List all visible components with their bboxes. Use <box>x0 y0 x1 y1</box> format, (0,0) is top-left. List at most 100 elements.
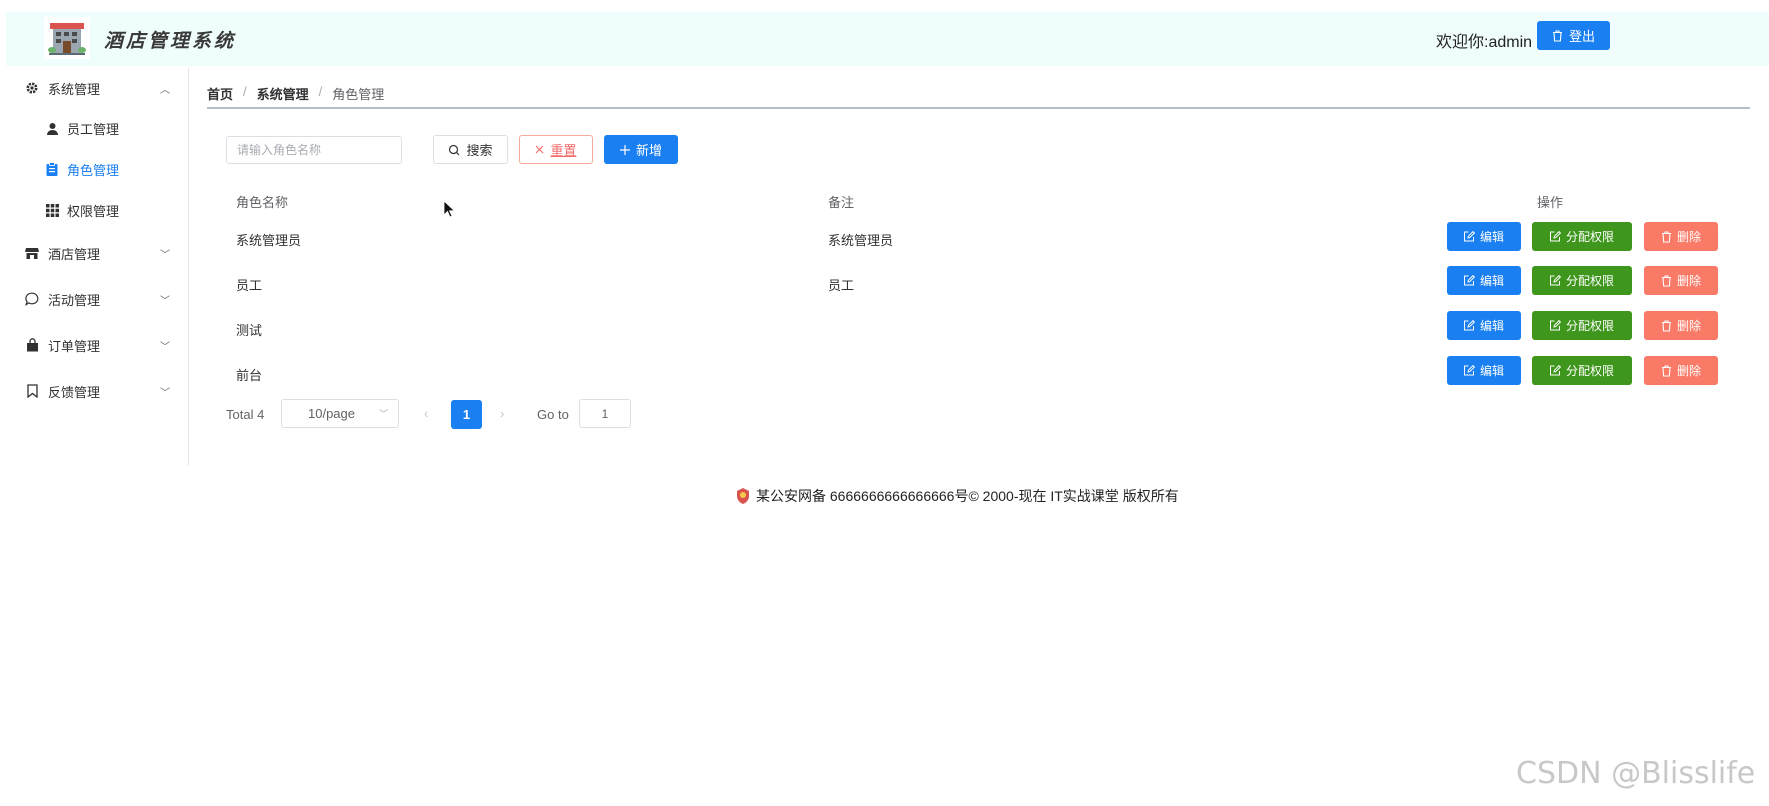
add-role-button[interactable]: 新增 <box>604 135 678 164</box>
pagination-total: Total 4 <box>226 407 265 422</box>
sidebar-group-label: 活动管理 <box>48 292 101 308</box>
edit-button[interactable]: 编辑 <box>1447 222 1521 251</box>
edit-icon <box>1463 365 1475 376</box>
breadcrumb-section[interactable]: 系统管理 <box>257 84 309 103</box>
top-header: 酒店管理系统 欢迎你:admin 登出 <box>6 12 1769 66</box>
chevron-down-icon: ﹀ <box>378 409 388 419</box>
column-header-actions: 操作 <box>1537 195 1564 210</box>
edit-icon <box>1463 275 1475 286</box>
chevron-up-icon: ︿ <box>160 84 170 96</box>
goto-label: Go to <box>537 407 569 422</box>
assign-label: 分配权限 <box>1565 319 1614 333</box>
chat-icon <box>24 291 40 307</box>
sidebar-item-label: 角色管理 <box>67 162 120 178</box>
footer-text: 某公安网备 6666666666666666号© 2000-现在 IT实战课堂 … <box>756 488 1179 504</box>
sidebar-group-system[interactable]: 系统管理 ︿ <box>6 68 188 108</box>
logout-button[interactable]: 登出 <box>1537 21 1610 50</box>
delete-label: 删除 <box>1676 364 1701 378</box>
search-icon <box>449 144 460 155</box>
chevron-down-icon: ﹀ <box>160 249 170 261</box>
edit-icon <box>1463 231 1475 242</box>
user-icon <box>44 120 60 136</box>
assign-label: 分配权限 <box>1565 274 1614 288</box>
edit-label: 编辑 <box>1479 230 1504 244</box>
store-icon <box>24 245 40 261</box>
watermark: CSDN @Blisslife <box>1516 756 1756 791</box>
bookmark-icon <box>24 383 40 399</box>
page-size-value: 10/page <box>308 406 355 421</box>
gear-icon <box>24 80 40 96</box>
assign-permission-button[interactable]: 分配权限 <box>1532 311 1632 340</box>
chevron-down-icon: ﹀ <box>160 295 170 307</box>
sidebar: 系统管理 ︿ 员工管理 角色管理 权限管理 酒店管理 ﹀ 活动管理 ﹀ 订单管理… <box>6 68 189 466</box>
role-name-search-input[interactable] <box>226 136 402 164</box>
welcome-text: 欢迎你:admin <box>1436 34 1533 51</box>
sidebar-item-permissions[interactable]: 权限管理 <box>6 190 188 230</box>
edit-icon <box>1549 275 1561 286</box>
assign-permission-button[interactable]: 分配权限 <box>1532 222 1632 251</box>
trash-icon <box>1552 29 1562 42</box>
delete-label: 删除 <box>1676 230 1701 244</box>
breadcrumb-separator: / <box>243 84 247 99</box>
chevron-down-icon: ﹀ <box>160 387 170 399</box>
sidebar-item-staff[interactable]: 员工管理 <box>6 108 188 148</box>
table-row-name: 测试 <box>236 323 263 338</box>
sidebar-item-roles[interactable]: 角色管理 <box>6 149 188 189</box>
reset-button[interactable]: 重置 <box>519 135 593 164</box>
sidebar-group-orders[interactable]: 订单管理 ﹀ <box>6 325 188 365</box>
assign-label: 分配权限 <box>1565 364 1614 378</box>
delete-button[interactable]: 删除 <box>1644 266 1718 295</box>
table-row-remark: 员工 <box>828 278 855 293</box>
sidebar-group-label: 系统管理 <box>48 81 101 97</box>
edit-button[interactable]: 编辑 <box>1447 311 1521 340</box>
prev-page-button[interactable]: ‹ <box>424 406 428 421</box>
delete-label: 删除 <box>1676 274 1701 288</box>
page-size-select[interactable]: 10/page ﹀ <box>281 399 399 428</box>
edit-icon <box>1549 320 1561 331</box>
chevron-down-icon: ﹀ <box>160 341 170 353</box>
column-header-remark: 备注 <box>828 195 855 210</box>
sidebar-group-label: 酒店管理 <box>48 246 101 262</box>
bag-icon <box>24 337 40 353</box>
table-row-remark: 系统管理员 <box>828 233 894 248</box>
edit-label: 编辑 <box>1479 364 1504 378</box>
sidebar-group-label: 反馈管理 <box>48 384 101 400</box>
edit-icon <box>1549 231 1561 242</box>
edit-label: 编辑 <box>1479 319 1504 333</box>
logout-label: 登出 <box>1568 29 1595 44</box>
page-number-button[interactable]: 1 <box>451 400 482 429</box>
police-badge-icon <box>737 488 749 504</box>
goto-page-input[interactable] <box>579 399 631 428</box>
table-row-name: 前台 <box>236 368 263 383</box>
delete-button[interactable]: 删除 <box>1644 222 1718 251</box>
mouse-cursor-icon <box>443 200 455 218</box>
breadcrumb-home[interactable]: 首页 <box>207 84 233 103</box>
trash-icon <box>1661 364 1671 377</box>
close-icon <box>536 145 544 154</box>
delete-button[interactable]: 删除 <box>1644 311 1718 340</box>
trash-icon <box>1661 274 1671 287</box>
sidebar-group-activity[interactable]: 活动管理 ﹀ <box>6 279 188 319</box>
table-row-name: 员工 <box>236 278 263 293</box>
assign-permission-button[interactable]: 分配权限 <box>1532 356 1632 385</box>
assign-permission-button[interactable]: 分配权限 <box>1532 266 1632 295</box>
hotel-logo-icon <box>44 17 90 59</box>
edit-icon <box>1463 320 1475 331</box>
edit-button[interactable]: 编辑 <box>1447 266 1521 295</box>
sidebar-group-hotel[interactable]: 酒店管理 ﹀ <box>6 233 188 273</box>
edit-button[interactable]: 编辑 <box>1447 356 1521 385</box>
edit-label: 编辑 <box>1479 274 1504 288</box>
next-page-button[interactable]: › <box>500 406 504 421</box>
breadcrumb-separator: / <box>318 84 323 99</box>
plus-icon <box>619 144 630 155</box>
delete-button[interactable]: 删除 <box>1644 356 1718 385</box>
sidebar-group-feedback[interactable]: 反馈管理 ﹀ <box>6 371 188 411</box>
table-row-name: 系统管理员 <box>236 233 302 248</box>
trash-icon <box>1661 319 1671 332</box>
search-button-label: 搜索 <box>466 143 493 158</box>
footer: 某公安网备 6666666666666666号© 2000-现在 IT实战课堂 … <box>734 486 1179 506</box>
delete-label: 删除 <box>1676 319 1701 333</box>
breadcrumb: 首页 / 系统管理 / 角色管理 <box>207 84 384 103</box>
search-button[interactable]: 搜索 <box>433 135 508 164</box>
sidebar-item-label: 员工管理 <box>67 121 120 137</box>
